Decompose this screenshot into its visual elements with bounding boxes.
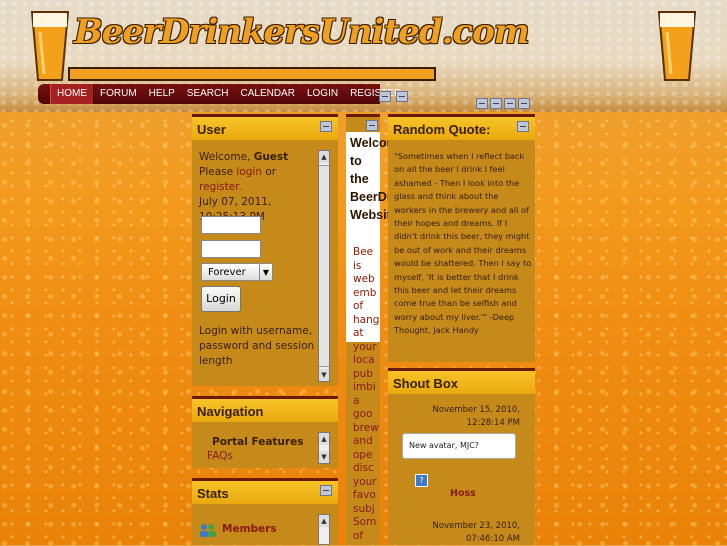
register-link[interactable]: register. (199, 181, 242, 193)
site-logo[interactable]: BeerDrinkersUnited.com (74, 12, 530, 52)
nav-search[interactable]: SEARCH (181, 84, 235, 104)
welcome-panel: Welcome to the BeerDrinkersUnited.com We… (346, 114, 497, 545)
members-link[interactable]: Members (222, 523, 277, 535)
user-panel-body: Welcome, Guest Please login or register.… (199, 150, 317, 225)
welcome-word: imbi (353, 381, 376, 393)
session-length-select[interactable]: Forever ▼ (201, 263, 273, 281)
username: Guest (253, 151, 289, 163)
welcome-word: a (353, 394, 360, 407)
welcome-word: web (353, 273, 375, 285)
stats-panel-header: Stats (192, 478, 338, 504)
shout-timestamp: November 15, 2010, 12:28:14 PM (432, 405, 520, 428)
welcome-word: Som (353, 516, 377, 528)
welcome-word: ope (353, 448, 373, 461)
login-hint: Login with username, password and sessio… (199, 325, 315, 367)
nav-login[interactable]: LOGIN (301, 84, 344, 104)
scroll-thumb[interactable] (319, 165, 329, 367)
shout-timestamp: November 23, 2010, 07:46:10 AM (432, 521, 520, 544)
shoutbox-panel: Shout Box November 15, 2010, 12:28:14 PM … (388, 368, 535, 545)
welcome-word: hang (353, 313, 380, 326)
welcome-word: your (353, 340, 377, 353)
beer-glass-icon (657, 11, 697, 81)
layout-toggle-icon[interactable] (504, 98, 516, 109)
nav-forum[interactable]: FORUM (94, 84, 143, 104)
scroll-up-icon[interactable]: ▲ (319, 433, 329, 445)
welcome-word: loca (353, 354, 375, 366)
navigation-scrollbar[interactable]: ▲ ▼ (318, 432, 330, 464)
random-quote-header: Random Quote: (388, 114, 535, 140)
collapse-right-icon[interactable] (396, 91, 408, 102)
welcome-word: your (353, 475, 377, 488)
welcome-word: at (353, 327, 364, 339)
random-quote-panel: Random Quote: "Sometimes when I reflect … (388, 114, 535, 362)
welcome-word: emb (353, 286, 377, 299)
password-field[interactable] (201, 240, 261, 258)
collapse-icon[interactable] (517, 121, 529, 132)
stats-scrollbar[interactable]: ▲ (318, 514, 330, 545)
quote-text: "Sometimes when I reflect back on all th… (394, 151, 532, 336)
user-panel: User Welcome, Guest Please login or regi… (192, 114, 338, 386)
avatar-placeholder-icon: ? (415, 474, 428, 487)
stats-panel: Stats Members ▲ (192, 478, 338, 545)
nav-calendar[interactable]: CALENDAR (234, 84, 300, 104)
collapse-icon[interactable] (320, 121, 332, 132)
welcome-word: Bee (353, 246, 374, 258)
collapse-icon[interactable] (320, 485, 332, 496)
welcome-word: and (353, 435, 373, 447)
login-button[interactable]: Login (201, 286, 241, 312)
nav-item-faqs[interactable]: FAQs (207, 450, 233, 462)
user-panel-scrollbar[interactable]: ▲ ▼ (318, 150, 330, 382)
nav-item-portal-features[interactable]: Portal Features (212, 436, 303, 448)
shout-author[interactable]: Hoss (450, 488, 476, 499)
scroll-up-icon[interactable]: ▲ (319, 515, 329, 527)
logo-underline (68, 67, 436, 81)
scroll-down-icon[interactable]: ▼ (319, 451, 329, 463)
welcome-word: of (353, 529, 364, 542)
main-nav: HOME FORUM HELP SEARCH CALENDAR LOGIN RE… (38, 84, 401, 104)
shout-message: New avatar, MJC? (402, 433, 516, 459)
welcome-word: brew (353, 421, 379, 434)
welcome-word: disc (353, 462, 374, 474)
user-panel-header: User (192, 114, 338, 140)
navigation-panel-header: Navigation (192, 396, 338, 422)
navigation-panel: Navigation Portal Features FAQs ▲ ▼ (192, 396, 338, 468)
welcome-body: Bee is web emb of hang at your loca pub imbi a goo br… (353, 246, 380, 543)
welcome-word: pub (353, 367, 373, 380)
layout-toggle-icon[interactable] (490, 98, 502, 109)
welcome-word: favo (353, 489, 376, 501)
nav-home[interactable]: HOME (50, 84, 94, 104)
username-field[interactable] (201, 216, 261, 234)
chevron-down-icon: ▼ (259, 264, 272, 280)
welcome-word: of (353, 300, 364, 312)
scroll-down-icon[interactable]: ▼ (319, 369, 329, 381)
collapse-icon[interactable] (366, 120, 378, 131)
scroll-up-icon[interactable]: ▲ (319, 151, 329, 163)
nav-help[interactable]: HELP (143, 84, 181, 104)
beer-glass-icon (30, 11, 70, 81)
login-link[interactable]: login (236, 166, 262, 178)
welcome-word: is (353, 259, 362, 272)
shoutbox-header: Shout Box (388, 368, 535, 394)
collapse-left-icon[interactable] (379, 91, 391, 102)
welcome-word: goo (353, 408, 373, 420)
layout-toggle-icon[interactable] (476, 98, 488, 109)
layout-toggle-icon[interactable] (518, 98, 530, 109)
members-icon (200, 524, 216, 537)
welcome-word: subj (353, 502, 375, 515)
